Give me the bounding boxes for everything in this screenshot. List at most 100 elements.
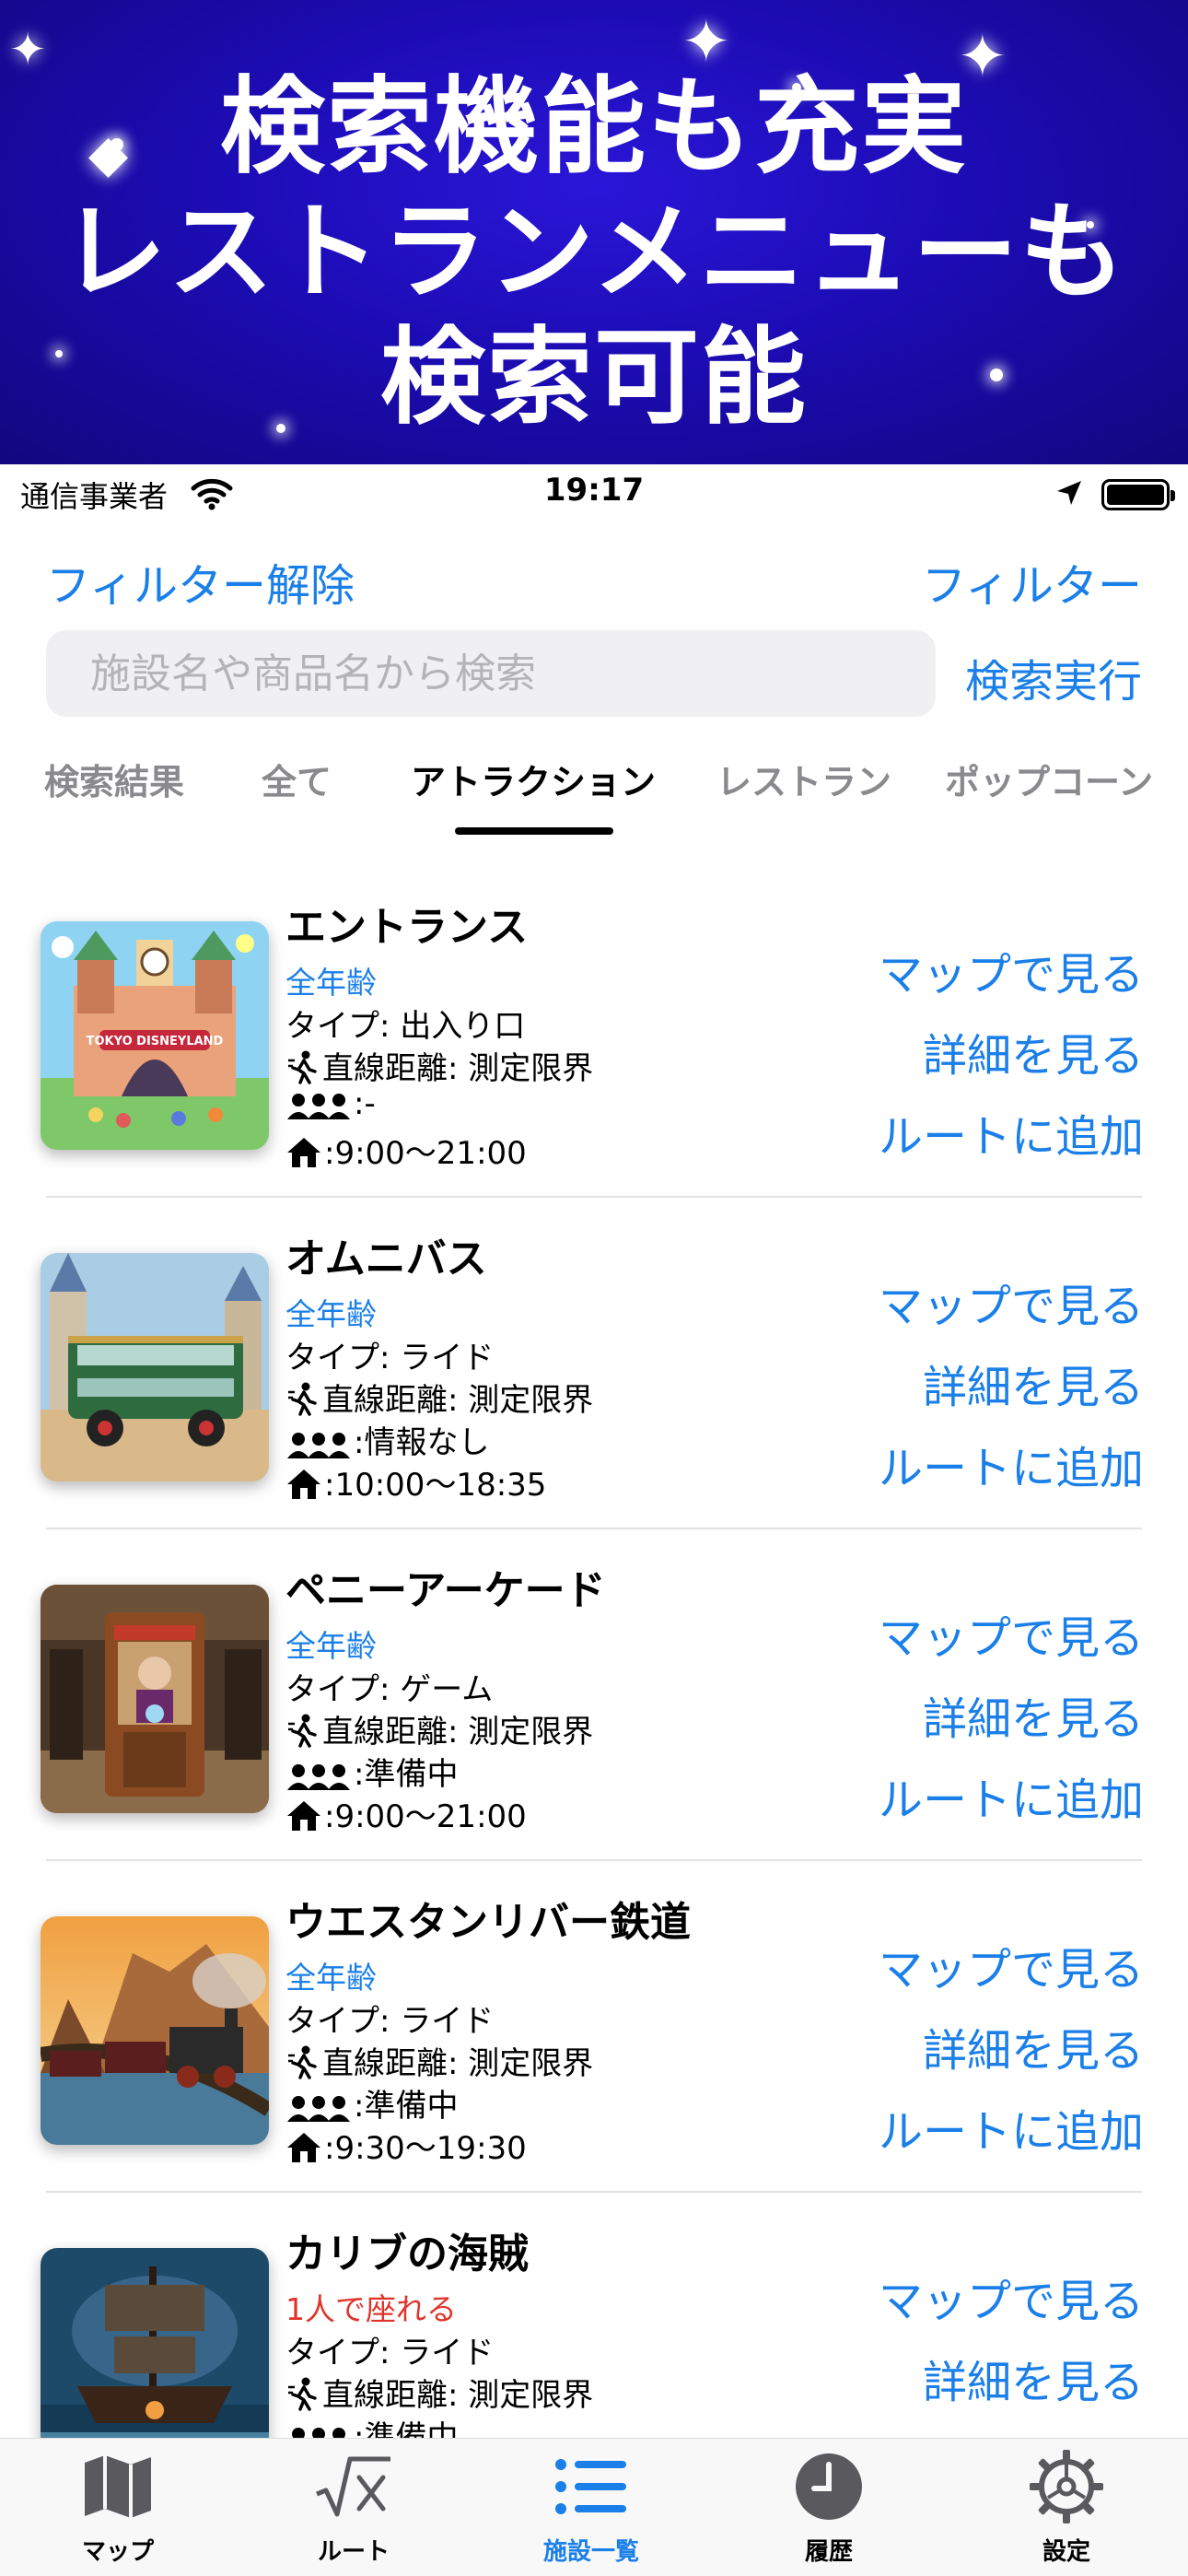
facility-thumbnail[interactable]: TOKYO DISNEYLAND (41, 921, 269, 1150)
facility-type: タイプ: ライド (285, 2003, 495, 2040)
facility-type: タイプ: ライド (285, 2335, 495, 2371)
facility-thumbnail[interactable] (41, 1916, 269, 2145)
house-icon (285, 1468, 322, 1509)
tabbar-item-history[interactable]: 履歴 (746, 2450, 912, 2567)
list-item: ペニーアーケード 全年齢 タイプ: ゲーム 直線距離: 測定限界 :準備中 :9… (0, 1529, 1188, 1861)
tab-search-results[interactable]: 検索結果 (44, 754, 184, 804)
tabbar-label: 履歴 (804, 2538, 853, 2566)
view-on-map-button[interactable]: マップで見る (879, 938, 1144, 1002)
people-icon (285, 1091, 352, 1128)
banner-line: 検索機能も充実 (219, 65, 968, 188)
view-details-button[interactable]: 詳細を見る (923, 1351, 1144, 1415)
tab-restaurants[interactable]: レストラン (716, 754, 891, 804)
status-time: 19:17 (543, 472, 645, 509)
tabbar-item-facility-list[interactable]: 施設一覧 (508, 2450, 674, 2567)
tabbar-label: ルート (317, 2538, 390, 2566)
hours-text: :9:30〜19:30 (324, 2130, 527, 2167)
wait-text: :準備中 (354, 2088, 459, 2125)
tab-attractions[interactable]: アトラクション (411, 754, 656, 804)
tabbar-item-route[interactable]: ルート (271, 2450, 437, 2567)
wait-text: :準備中 (354, 1756, 459, 1793)
wait-text: :準備中 (354, 2419, 459, 2438)
tab-popcorn[interactable]: ポップコーン (945, 754, 1153, 804)
hours-text: :9:00〜21:00 (324, 1135, 527, 1172)
view-on-map-button[interactable]: マップで見る (879, 1270, 1144, 1334)
facility-thumbnail[interactable] (41, 1585, 269, 1813)
house-icon (285, 1136, 322, 1177)
view-on-map-button[interactable]: マップで見る (879, 1601, 1144, 1666)
age-badge: 全年齢 (285, 1960, 377, 1996)
people-icon (285, 2425, 352, 2438)
tabbar-item-map[interactable]: マップ (35, 2450, 201, 2567)
facility-name: ウエスタンリバー鉄道 (285, 1899, 691, 1946)
facility-thumbnail[interactable] (41, 2248, 269, 2438)
active-tab-indicator (455, 827, 613, 835)
add-to-route-button[interactable]: ルートに追加 (879, 1763, 1144, 1828)
clock-icon (746, 2450, 912, 2523)
tabbar-item-settings[interactable]: 設定 (984, 2450, 1149, 2567)
view-on-map-button[interactable]: マップで見る (879, 2265, 1144, 2329)
age-badge: 全年齢 (285, 965, 377, 1001)
search-input[interactable] (46, 630, 936, 717)
house-icon (285, 2131, 322, 2172)
facility-name: エントランス (285, 904, 529, 951)
map-icon (35, 2450, 201, 2523)
tabbar-label: 設定 (1042, 2538, 1090, 2566)
age-badge: 全年齢 (285, 1628, 377, 1664)
distance-text: 直線距離: 測定限界 (322, 2045, 594, 2082)
add-to-route-button[interactable]: ルートに追加 (879, 1432, 1144, 1496)
add-to-route-button[interactable]: ルートに追加 (879, 1100, 1144, 1165)
facility-list[interactable]: TOKYO DISNEYLAND エントランス 全年齢 タイプ: 出入り口 直線… (0, 866, 1188, 2438)
single-rider-badge: 1人で座れる (285, 2291, 457, 2327)
facility-type: タイプ: ゲーム (285, 1671, 494, 1708)
list-item: TOKYO DISNEYLAND エントランス 全年齢 タイプ: 出入り口 直線… (0, 866, 1188, 1198)
banner-headline: 検索機能も充実 レストランメニューも 検索可能 (0, 64, 1188, 440)
distance-text: 直線距離: 測定限界 (322, 1050, 594, 1087)
wait-text: :- (354, 1085, 376, 1122)
filter-clear-button[interactable]: フィルター解除 (46, 549, 355, 614)
view-details-button[interactable]: 詳細を見る (923, 1019, 1144, 1083)
banner-line: 検索可能 (379, 316, 808, 439)
age-badge: 全年齢 (285, 1296, 377, 1332)
filter-button[interactable]: フィルター (922, 549, 1142, 614)
facility-name: カリブの海賊 (285, 2231, 529, 2277)
tabbar-label: マップ (81, 2538, 154, 2566)
hours-text: :9:00〜21:00 (324, 1798, 527, 1835)
promo-banner: ✦ ✦ ✦ ◆ 検索機能も充実 レストランメニューも 検索可能 (0, 0, 1188, 464)
hours-row: :9:00〜21:00 (285, 1791, 527, 1841)
list-item: カリブの海賊 1人で座れる タイプ: ライド 直線距離: 測定限界 :準備中 マ… (0, 2193, 1188, 2438)
view-on-map-button[interactable]: マップで見る (879, 1933, 1144, 1997)
facility-type: タイプ: ライド (285, 1340, 495, 1376)
house-icon (285, 1799, 322, 1841)
list-item: オムニバス 全年齢 タイプ: ライド 直線距離: 測定限界 :情報なし :10:… (0, 1198, 1188, 1529)
hours-row: :9:00〜21:00 (285, 1128, 527, 1177)
wait-row: :- (285, 1085, 376, 1128)
wait-row: :準備中 (285, 2412, 458, 2438)
list-item: ウエスタンリバー鉄道 全年齢 タイプ: ライド 直線距離: 測定限界 :準備中 … (0, 1861, 1188, 2193)
distance-text: 直線距離: 測定限界 (322, 2377, 594, 2414)
sqrt-x-icon (271, 2450, 437, 2523)
tabbar-label: 施設一覧 (542, 2538, 639, 2566)
search-execute-button[interactable]: 検索実行 (965, 645, 1142, 709)
facility-name: オムニバス (285, 1235, 487, 1282)
hours-row: :10:00〜18:35 (285, 1459, 546, 1509)
category-tabs: 検索結果 全て アトラクション レストラン ポップコーン (0, 746, 1188, 838)
gear-icon (984, 2450, 1149, 2523)
facility-name: ペニーアーケード (285, 1567, 606, 1614)
status-bar: 通信事業者 19:17 (0, 464, 1188, 523)
add-to-route-button[interactable]: ルートに追加 (879, 2095, 1144, 2160)
battery-icon (1101, 479, 1175, 510)
wait-text: :情報なし (354, 1424, 490, 1461)
facility-thumbnail[interactable] (41, 1253, 269, 1481)
distance-text: 直線距離: 測定限界 (322, 1714, 594, 1751)
banner-line: レストランメニューも (61, 191, 1127, 313)
hours-text: :10:00〜18:35 (324, 1467, 547, 1504)
thumbnail-caption: TOKYO DISNEYLAND (87, 1035, 224, 1048)
facility-type: タイプ: 出入り口 (285, 1008, 526, 1045)
location-arrow-icon (1054, 477, 1085, 512)
view-details-button[interactable]: 詳細を見る (923, 2014, 1144, 2078)
tab-all[interactable]: 全て (262, 754, 332, 804)
sparkle-icon: ✦ (681, 8, 731, 76)
view-details-button[interactable]: 詳細を見る (923, 2346, 1144, 2410)
view-details-button[interactable]: 詳細を見る (923, 1682, 1144, 1747)
